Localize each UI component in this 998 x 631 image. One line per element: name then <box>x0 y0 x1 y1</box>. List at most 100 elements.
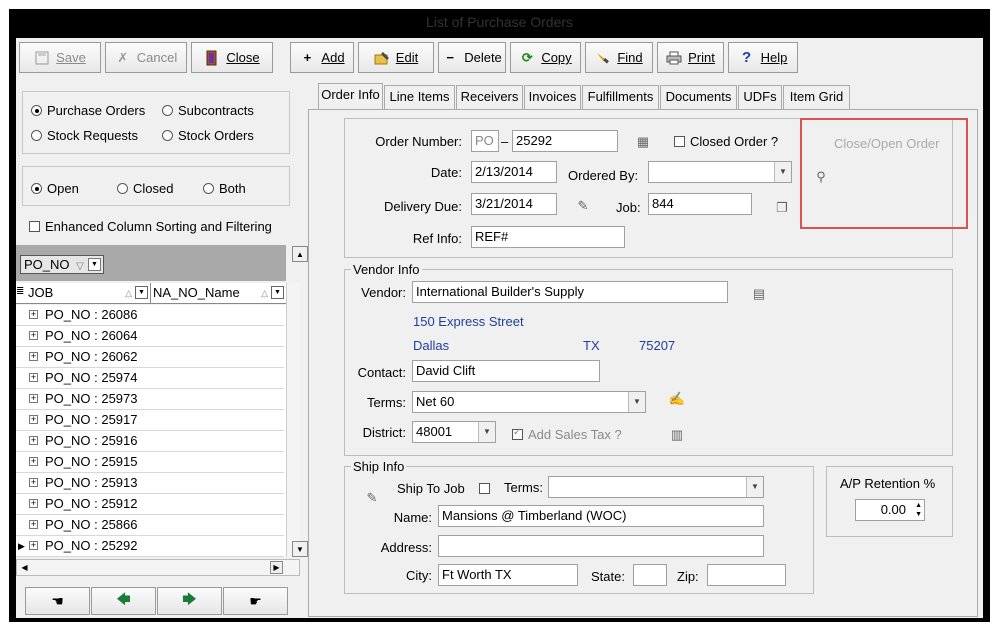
radio-stock-orders[interactable]: Stock Orders <box>162 128 254 143</box>
tab-invoices[interactable]: Invoices <box>524 85 581 109</box>
tax-calculator-icon[interactable]: ▥ <box>668 427 686 443</box>
next-record-button[interactable]: 🡆 <box>157 587 222 615</box>
calculator-icon[interactable]: ▦ <box>634 134 652 150</box>
radio-closed[interactable]: Closed <box>117 181 173 196</box>
expand-plus-icon[interactable]: + <box>29 520 38 529</box>
grid-row[interactable]: + PO_NO : 25917 <box>16 410 284 431</box>
ship-name-field[interactable]: Mansions @ Timberland (WOC) <box>438 505 764 527</box>
save-button[interactable]: Save <box>19 42 101 73</box>
find-button[interactable]: Find <box>585 42 653 73</box>
expand-plus-icon[interactable]: + <box>29 373 38 382</box>
tab-order-info[interactable]: Order Info <box>318 83 383 110</box>
expand-plus-icon[interactable]: + <box>29 436 38 445</box>
ref-info-field[interactable]: REF# <box>471 226 625 248</box>
help-button[interactable]: ? Help <box>728 42 798 73</box>
chevron-down-icon[interactable]: ▼ <box>628 392 645 412</box>
close-open-order-label[interactable]: Close/Open Order <box>834 136 940 151</box>
ship-lookup-pen-icon[interactable]: ✎ <box>363 490 381 506</box>
column-dropdown-icon[interactable]: ▼ <box>135 286 148 299</box>
grid-row[interactable]: + PO_NO : 26062 <box>16 347 284 368</box>
expand-plus-icon[interactable]: + <box>29 457 38 466</box>
grid-row[interactable]: + PO_NO : 25915 <box>16 452 284 473</box>
expand-plus-icon[interactable]: + <box>29 352 38 361</box>
expand-plus-icon[interactable]: + <box>29 415 38 424</box>
ship-city-field[interactable]: Ft Worth TX <box>438 564 578 586</box>
column-dropdown-icon[interactable]: ▼ <box>271 286 284 299</box>
cancel-button[interactable]: ✗ Cancel <box>105 42 187 73</box>
first-record-button[interactable]: ☚ <box>25 587 90 615</box>
delete-button[interactable]: − Delete <box>438 42 506 73</box>
tab-receivers[interactable]: Receivers <box>456 85 523 109</box>
chevron-down-icon[interactable]: ▼ <box>478 422 495 442</box>
column-header-job[interactable]: JOB △ ▼ <box>28 283 151 304</box>
order-number-field[interactable]: 25292 <box>512 130 618 152</box>
radio-open[interactable]: Open <box>31 181 79 196</box>
expand-plus-icon[interactable]: + <box>29 541 38 550</box>
chevron-down-icon[interactable]: ▼ <box>774 162 791 182</box>
vendor-card-icon[interactable]: ▤ <box>750 286 768 302</box>
tab-documents[interactable]: Documents <box>660 85 737 109</box>
group-by-chip[interactable]: PO_NO ▽ ▼ <box>20 255 104 274</box>
vendor-field[interactable]: International Builder's Supply <box>412 281 728 303</box>
column-header-na-no-name[interactable]: NA_NO_Name △ ▼ <box>153 283 286 304</box>
radio-stock-requests[interactable]: Stock Requests <box>31 128 138 143</box>
close-button[interactable]: Close <box>191 42 273 73</box>
district-dropdown[interactable]: 48001 ▼ <box>412 421 496 443</box>
ship-zip-field[interactable] <box>707 564 786 586</box>
ship-state-field[interactable] <box>633 564 667 586</box>
tab-line-items[interactable]: Line Items <box>384 85 455 109</box>
ship-address-field[interactable] <box>438 535 764 557</box>
expand-plus-icon[interactable]: + <box>29 310 38 319</box>
expand-plus-icon[interactable]: + <box>29 478 38 487</box>
job-field[interactable]: 844 <box>648 193 752 215</box>
order-prefix-field[interactable]: PO <box>471 130 499 152</box>
tab-udfs[interactable]: UDFs <box>738 85 782 109</box>
grid-row[interactable]: + PO_NO : 26086 <box>16 305 284 326</box>
dropdown-arrow-icon[interactable]: ▼ <box>88 258 101 271</box>
enhanced-sorting-checkbox[interactable]: Enhanced Column Sorting and Filtering <box>29 219 272 234</box>
terms-edit-icon[interactable]: ✍ <box>668 391 686 407</box>
tab-fulfillments[interactable]: Fulfillments <box>582 85 659 109</box>
scroll-down-arrow-icon[interactable]: ▼ <box>292 541 308 557</box>
expand-plus-icon[interactable]: + <box>29 394 38 403</box>
chevron-down-icon[interactable]: ▼ <box>746 477 763 497</box>
expand-plus-icon[interactable]: + <box>29 499 38 508</box>
radio-both[interactable]: Both <box>203 181 246 196</box>
copy-pages-icon[interactable]: ❐ <box>773 200 791 216</box>
pen-lookup-icon[interactable]: ✎ <box>574 198 592 214</box>
vendor-terms-dropdown[interactable]: Net 60 ▼ <box>412 391 646 413</box>
delivery-due-field[interactable]: 3/21/2014 <box>471 193 557 215</box>
edit-button[interactable]: Edit <box>358 42 434 73</box>
radio-subcontracts[interactable]: Subcontracts <box>162 103 254 118</box>
grid-row[interactable]: + PO_NO : 25912 <box>16 494 284 515</box>
scroll-right-arrow-icon[interactable]: ▶ <box>270 561 283 574</box>
contact-field[interactable]: David Clift <box>412 360 600 382</box>
grid-row[interactable]: + PO_NO : 25916 <box>16 431 284 452</box>
print-button[interactable]: Print <box>657 42 724 73</box>
radio-purchase-orders[interactable]: Purchase Orders <box>31 103 145 118</box>
spinner-arrows-icon[interactable]: ▲ ▼ <box>915 501 922 519</box>
grid-row-selected[interactable]: ▶ + PO_NO : 25292 <box>16 536 284 557</box>
grid-row[interactable]: + PO_NO : 25866 <box>16 515 284 536</box>
vertical-scrollbar-track[interactable] <box>286 283 300 557</box>
scroll-left-arrow-icon[interactable]: ◀ <box>18 561 31 574</box>
ordered-by-dropdown[interactable]: ▼ <box>648 161 792 183</box>
grid-row[interactable]: + PO_NO : 25974 <box>16 368 284 389</box>
add-button[interactable]: + Add <box>290 42 354 73</box>
tab-item-grid[interactable]: Item Grid <box>783 85 850 109</box>
grid-row[interactable]: + PO_NO : 25913 <box>16 473 284 494</box>
add-sales-tax-checkbox[interactable]: Add Sales Tax ? <box>512 427 622 442</box>
previous-record-button[interactable]: 🡄 <box>91 587 156 615</box>
closed-order-checkbox[interactable]: Closed Order ? <box>674 134 778 149</box>
grid-row[interactable]: + PO_NO : 26064 <box>16 326 284 347</box>
ship-terms-dropdown[interactable]: ▼ <box>548 476 764 498</box>
grid-row[interactable]: + PO_NO : 25973 <box>16 389 284 410</box>
horizontal-scrollbar[interactable]: ◀ ▶ <box>16 559 300 576</box>
copy-button[interactable]: ⟳ Copy <box>510 42 581 73</box>
retention-spinner[interactable]: 0.00 ▲ ▼ <box>855 499 925 521</box>
last-record-button[interactable]: ☛ <box>223 587 288 615</box>
date-field[interactable]: 2/13/2014 <box>471 161 557 183</box>
ship-to-job-checkbox[interactable] <box>479 483 490 494</box>
scroll-up-arrow-icon[interactable]: ▲ <box>292 246 308 262</box>
expand-plus-icon[interactable]: + <box>29 331 38 340</box>
